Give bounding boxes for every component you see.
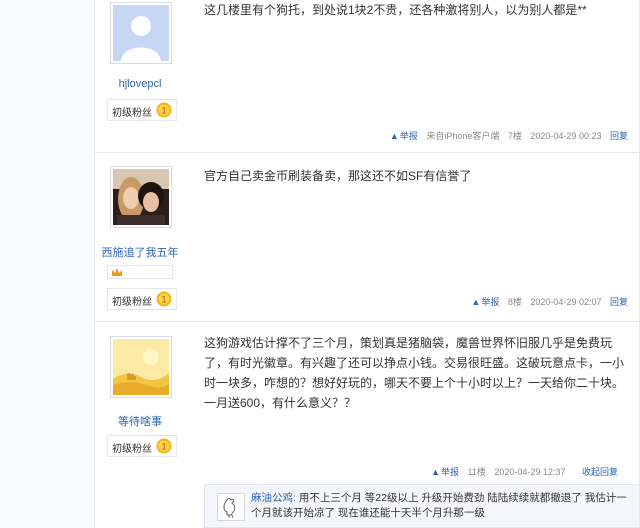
post-content: 官方自己卖金币刷装备卖，那这还不如SF有信誉了 bbox=[204, 169, 472, 183]
floor-label: 7楼 bbox=[507, 131, 522, 141]
medal-icon: 1 bbox=[156, 438, 172, 454]
post-content: 这狗游戏估计撑不了三个月，策划真是猪脑袋，魔兽世界怀旧服几乎是免费玩了，有时光徽… bbox=[204, 336, 625, 410]
report-label: 举报 bbox=[441, 467, 460, 477]
comment-content: 用不上三个月 等22级以上 升级开始费劲 陆陆续续就都撤退了 我估计一个月就该开… bbox=[251, 492, 627, 519]
comment-avatar[interactable] bbox=[217, 493, 245, 521]
reply-link[interactable]: 回复 bbox=[610, 131, 628, 141]
username-link[interactable]: hjlovepcl bbox=[95, 78, 185, 90]
comment-text-block: 麻油公鸡: 用不上三个月 等22级以上 升级开始费劲 陆陆续续就都撤退了 我估计… bbox=[251, 491, 631, 521]
comment-username[interactable]: 麻油公鸡: bbox=[251, 492, 296, 504]
level-badge[interactable]: 初级粉丝 1 bbox=[107, 288, 177, 310]
author-column bbox=[0, 152, 95, 321]
avatar[interactable] bbox=[110, 336, 172, 398]
desert-avatar bbox=[113, 339, 169, 395]
post-floor-7: hjlovepcl 初级粉丝 1 这几楼里有个狗托，到处说1块2不贵，还各种激将… bbox=[0, 0, 640, 153]
svg-text:1: 1 bbox=[161, 106, 166, 116]
floor-label: 8楼 bbox=[507, 297, 522, 307]
post-content: 这几楼里有个狗托，到处说1块2不贵，还各种激将别人，以为别人都是** bbox=[204, 3, 587, 17]
avatar[interactable] bbox=[110, 166, 172, 228]
thread-page: hjlovepcl 初级粉丝 1 这几楼里有个狗托，到处说1块2不贵，还各种激将… bbox=[0, 0, 640, 528]
svg-text:1: 1 bbox=[161, 442, 166, 452]
medal-icon: 1 bbox=[156, 102, 172, 118]
avatar[interactable] bbox=[110, 2, 172, 64]
username-link[interactable]: 西施追了我五年 bbox=[95, 244, 185, 260]
username-link[interactable]: 等待啥事 bbox=[95, 413, 185, 429]
report-link[interactable]: ▲举报 bbox=[390, 131, 418, 141]
default-avatar-icon bbox=[113, 5, 169, 61]
author-column bbox=[0, 0, 95, 152]
svg-text:1: 1 bbox=[161, 295, 166, 305]
source-label: 来自iPhone客户端 bbox=[426, 131, 500, 141]
floor-label: 11楼 bbox=[467, 467, 486, 477]
level-label: 初级粉丝 bbox=[112, 297, 152, 308]
report-link[interactable]: ▲举报 bbox=[431, 467, 459, 477]
level-badge[interactable]: 初级粉丝 1 bbox=[107, 435, 177, 457]
crown-icon bbox=[112, 268, 122, 276]
post-time: 2020-04-29 02:07 bbox=[530, 297, 602, 307]
collapse-replies-link[interactable]: 收起回复 bbox=[582, 467, 618, 477]
rooster-icon bbox=[218, 494, 244, 520]
post-time: 2020-04-29 12:37 bbox=[494, 467, 566, 477]
report-label: 举报 bbox=[399, 131, 418, 141]
level-label: 初级粉丝 bbox=[112, 108, 152, 119]
medal-icon: 1 bbox=[156, 291, 172, 307]
post-meta: ▲举报 8楼 2020-04-29 02:07 回复 bbox=[465, 295, 628, 308]
member-badge-bar[interactable] bbox=[107, 265, 173, 279]
report-link[interactable]: ▲举报 bbox=[471, 297, 499, 307]
level-label: 初级粉丝 bbox=[112, 444, 152, 455]
report-label: 举报 bbox=[481, 297, 500, 307]
reply-link[interactable]: 回复 bbox=[610, 297, 628, 307]
author-column bbox=[0, 321, 95, 528]
post-time: 2020-04-29 00:23 bbox=[530, 131, 602, 141]
comment-thread: 麻油公鸡: 用不上三个月 等22级以上 升级开始费劲 陆陆续续就都撤退了 我估计… bbox=[204, 484, 640, 528]
post-floor-8: 西施追了我五年 初级粉丝 1 官方自己卖金币刷装备卖，那这还不如SF有信誉了 ▲… bbox=[0, 152, 640, 322]
user-photo-avatar bbox=[113, 169, 169, 225]
post-meta: ▲举报 11楼 2020-04-29 12:37 收起回复 bbox=[425, 465, 618, 478]
level-badge[interactable]: 初级粉丝 1 bbox=[107, 99, 177, 121]
post-meta: ▲举报 来自iPhone客户端 7楼 2020-04-29 00:23 回复 bbox=[384, 129, 628, 142]
